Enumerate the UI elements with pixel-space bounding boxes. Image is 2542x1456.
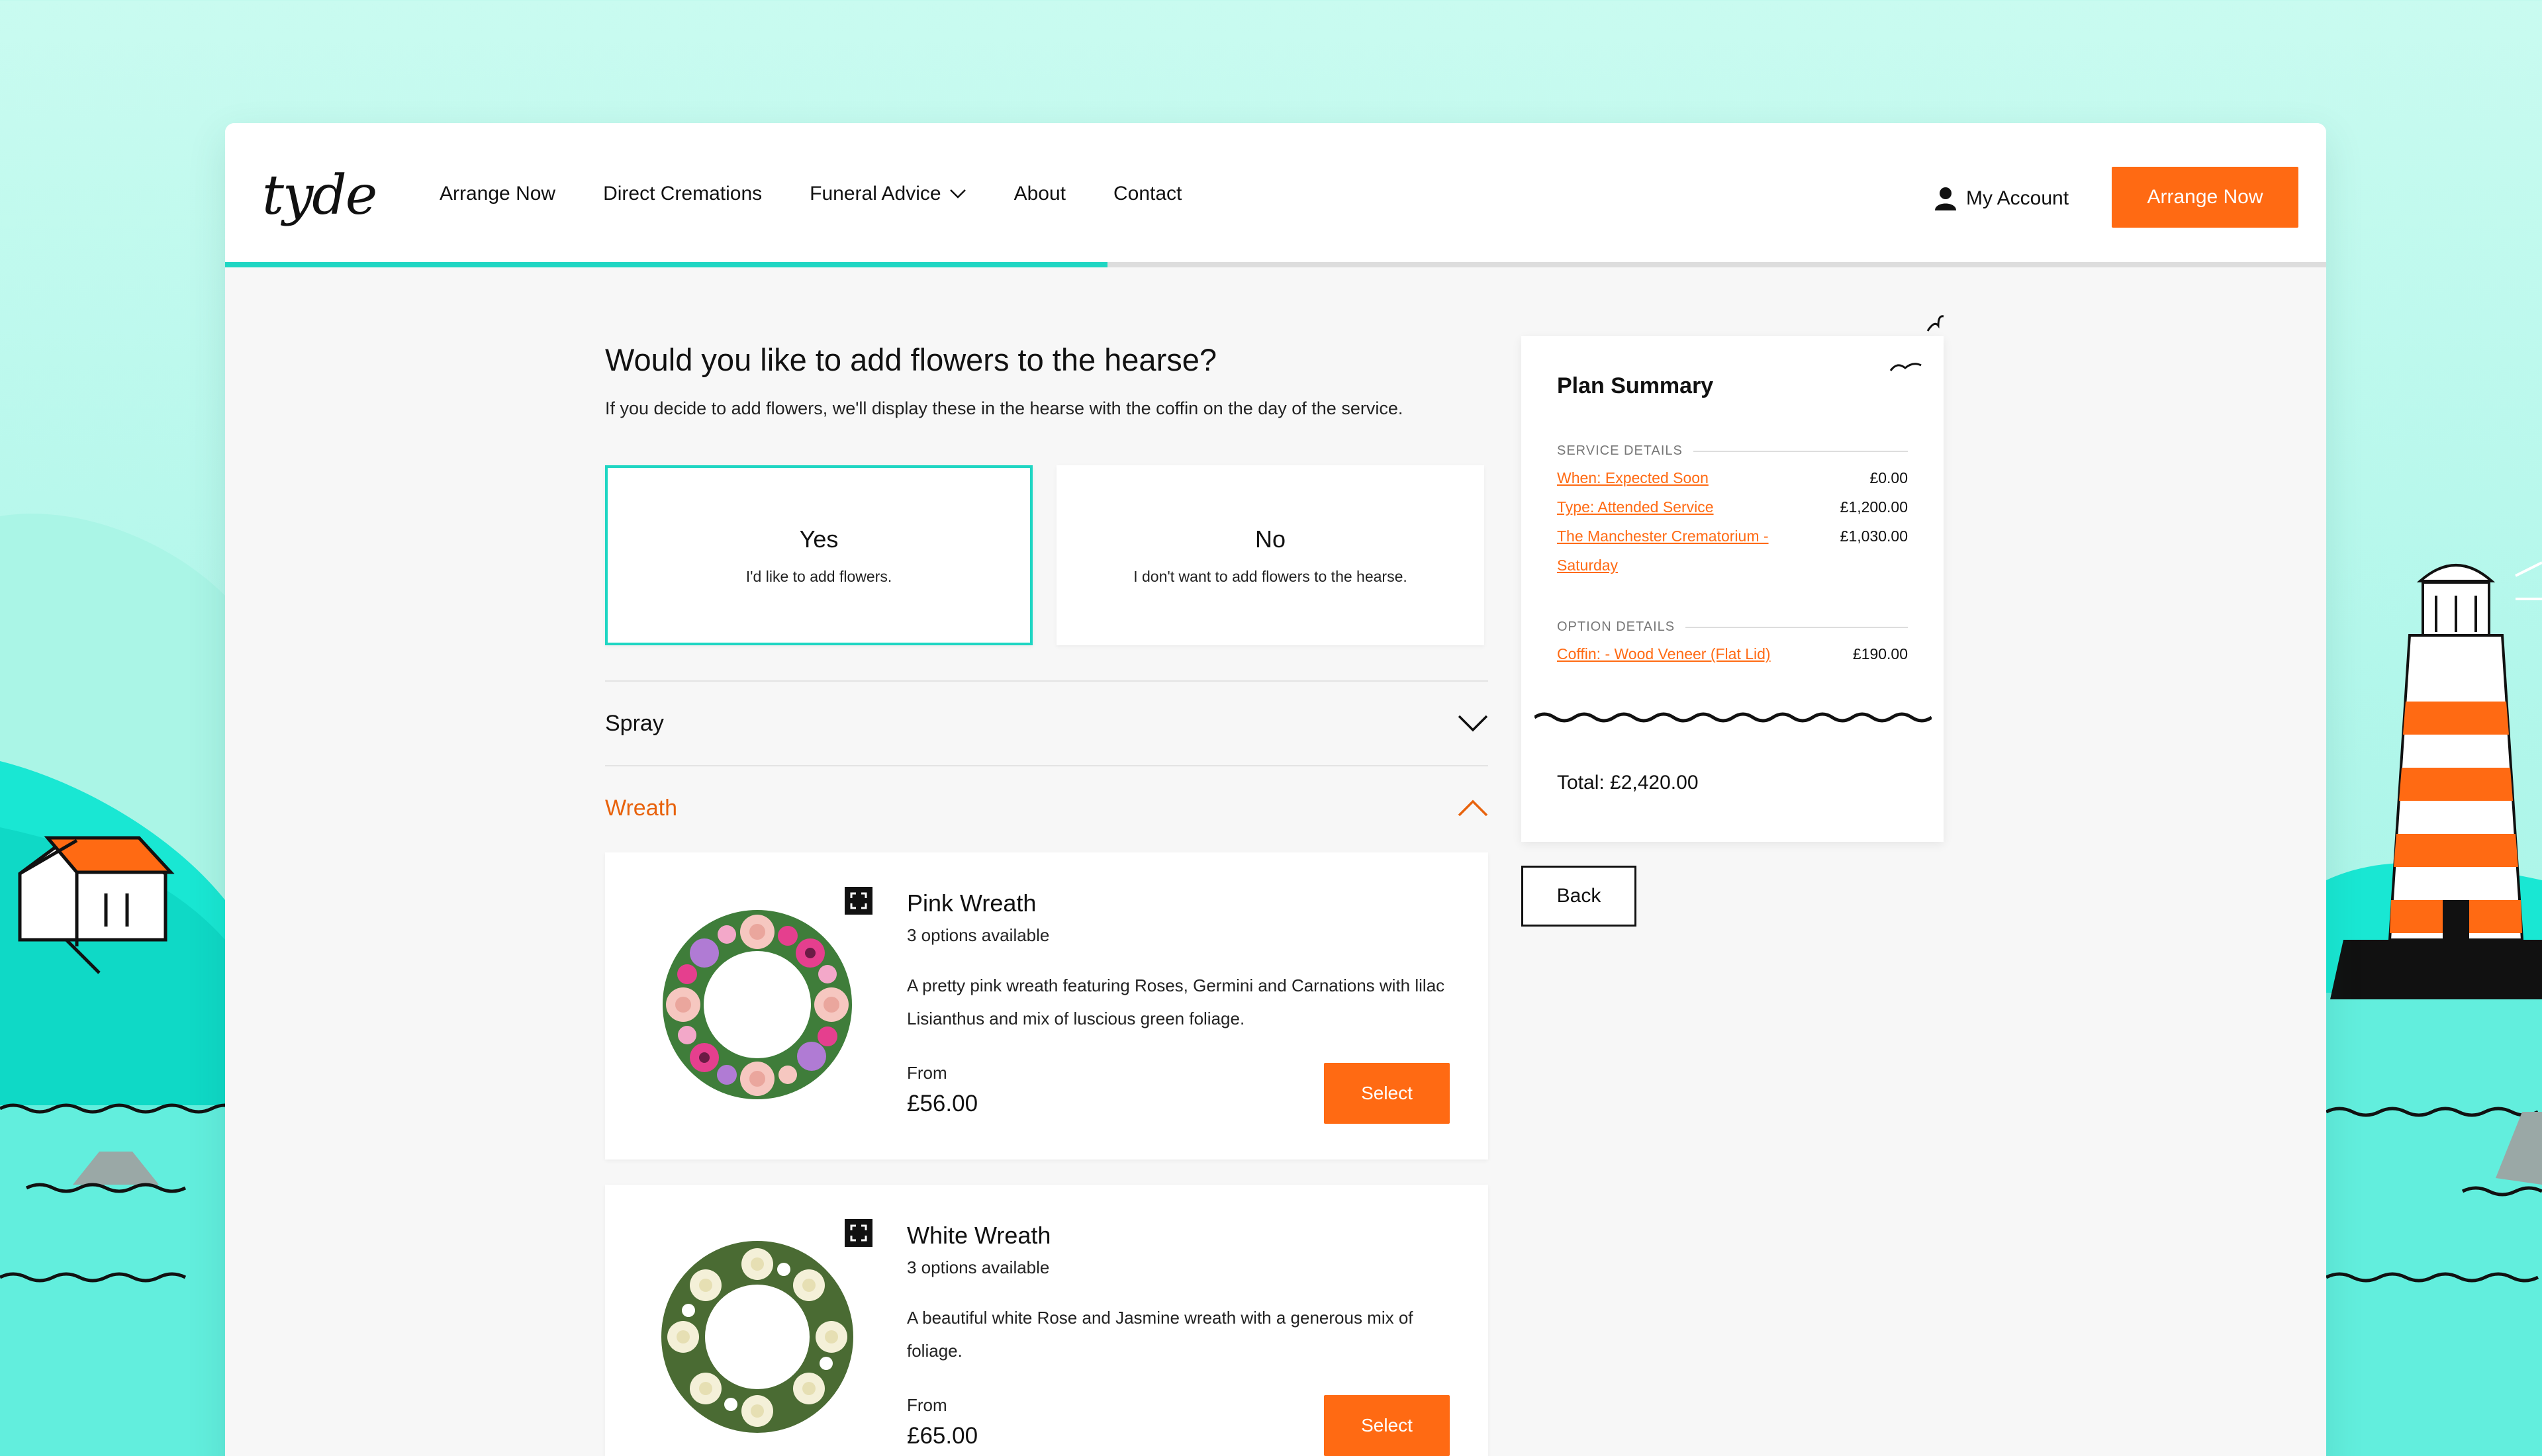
summary-value: £0.00 (1869, 469, 1908, 486)
expand-icon[interactable] (845, 1219, 872, 1247)
my-account-label: My Account (1966, 187, 2069, 209)
choice-subtitle: I don't want to add flowers to the hears… (1133, 567, 1407, 585)
service-details-heading: SERVICE DETAILS (1557, 443, 1908, 459)
summary-row: When: Expected Soon £0.00 (1557, 463, 1908, 492)
product-price: £65.00 (907, 1423, 978, 1449)
chevron-up-icon (1458, 799, 1488, 817)
product-from-label: From (907, 1395, 947, 1415)
choice-title: No (1254, 525, 1286, 553)
select-button[interactable]: Select (1324, 1063, 1450, 1124)
nav-label: About (1013, 183, 1066, 205)
nav-label: Arrange Now (440, 183, 556, 205)
bird-icon (1889, 363, 1922, 371)
accordion-wreath[interactable]: Wreath (605, 765, 1488, 850)
choice-yes[interactable]: Yes I'd like to add flowers. (605, 465, 1033, 645)
nav-contact[interactable]: Contact (1113, 183, 1182, 205)
accordion-label: Wreath (605, 795, 677, 821)
arrange-now-button[interactable]: Arrange Now (2112, 167, 2298, 228)
wave-divider (1534, 712, 1932, 723)
bird-icon (1926, 315, 1944, 332)
product-from-label: From (907, 1063, 947, 1083)
summary-link[interactable]: Type: Attended Service (1557, 492, 1714, 522)
section-label: OPTION DETAILS (1557, 619, 1675, 634)
product-description: A pretty pink wreath featuring Roses, Ge… (907, 976, 1445, 1028)
white-wreath-image (661, 1241, 853, 1433)
section-label: SERVICE DETAILS (1557, 443, 1683, 458)
summary-total: Total: £2,420.00 (1557, 772, 1699, 794)
nav-label: Direct Cremations (603, 183, 763, 205)
summary-value: £1,200.00 (1840, 498, 1908, 516)
summary-value: £1,030.00 (1840, 527, 1908, 545)
nav-label: Funeral Advice (810, 183, 941, 205)
choice-title: Yes (799, 525, 839, 553)
user-icon (1935, 187, 1956, 210)
nav-arrange-now[interactable]: Arrange Now (440, 183, 555, 205)
back-button[interactable]: Back (1521, 866, 1636, 927)
summary-value: £190.00 (1852, 645, 1908, 662)
page-subtitle: If you decide to add flowers, we'll disp… (605, 398, 1403, 418)
progress-fill (225, 262, 1108, 267)
product-options: 3 options available (907, 1257, 1050, 1277)
summary-row: The Manchester Crematorium - Saturday £1… (1557, 522, 1908, 580)
summary-link[interactable]: Coffin: - Wood Veneer (Flat Lid) (1557, 639, 1771, 668)
nav-funeral-advice[interactable]: Funeral Advice (810, 183, 966, 205)
my-account-link[interactable]: My Account (1934, 187, 2069, 210)
page-title: Would you like to add flowers to the hea… (605, 342, 1217, 377)
accordion-spray[interactable]: Spray (605, 680, 1488, 765)
plan-summary: Plan Summary SERVICE DETAILS When: Expec… (1521, 336, 1944, 842)
site-header: tyde Arrange Now Direct Cremations Funer… (225, 123, 2326, 262)
choice-subtitle: I'd like to add flowers. (745, 567, 892, 585)
chevron-down-icon (949, 189, 966, 199)
choice-no[interactable]: No I don't want to add flowers to the he… (1057, 465, 1484, 645)
summary-link[interactable]: The Manchester Crematorium - Saturday (1557, 522, 1802, 580)
progress-bar (225, 262, 2326, 267)
product-options: 3 options available (907, 925, 1050, 945)
accordion-label: Spray (605, 710, 664, 736)
product-description: A beautiful white Rose and Jasmine wreat… (907, 1308, 1413, 1361)
expand-icon[interactable] (845, 887, 872, 915)
summary-row: Type: Attended Service £1,200.00 (1557, 492, 1908, 522)
pink-wreath-image (663, 910, 852, 1099)
summary-row: Coffin: - Wood Veneer (Flat Lid) £190.00 (1557, 639, 1908, 668)
main-nav: Arrange Now Direct Cremations Funeral Ad… (440, 183, 1229, 205)
chevron-down-icon (1458, 715, 1488, 732)
product-card-white-wreath: White Wreath 3 options available A beaut… (605, 1185, 1488, 1456)
nav-direct-cremations[interactable]: Direct Cremations (603, 183, 762, 205)
summary-link[interactable]: When: Expected Soon (1557, 463, 1709, 492)
product-price: £56.00 (907, 1091, 978, 1116)
product-name: White Wreath (907, 1222, 1051, 1249)
nav-label: Contact (1113, 183, 1182, 205)
product-card-pink-wreath: Pink Wreath 3 options available A pretty… (605, 852, 1488, 1160)
summary-title: Plan Summary (1557, 373, 1714, 398)
select-button[interactable]: Select (1324, 1395, 1450, 1456)
product-name: Pink Wreath (907, 889, 1037, 917)
option-details-heading: OPTION DETAILS (1557, 619, 1908, 635)
logo[interactable]: tyde (262, 164, 377, 227)
nav-about[interactable]: About (1014, 183, 1066, 205)
browser-window: tyde Arrange Now Direct Cremations Funer… (225, 123, 2326, 1456)
